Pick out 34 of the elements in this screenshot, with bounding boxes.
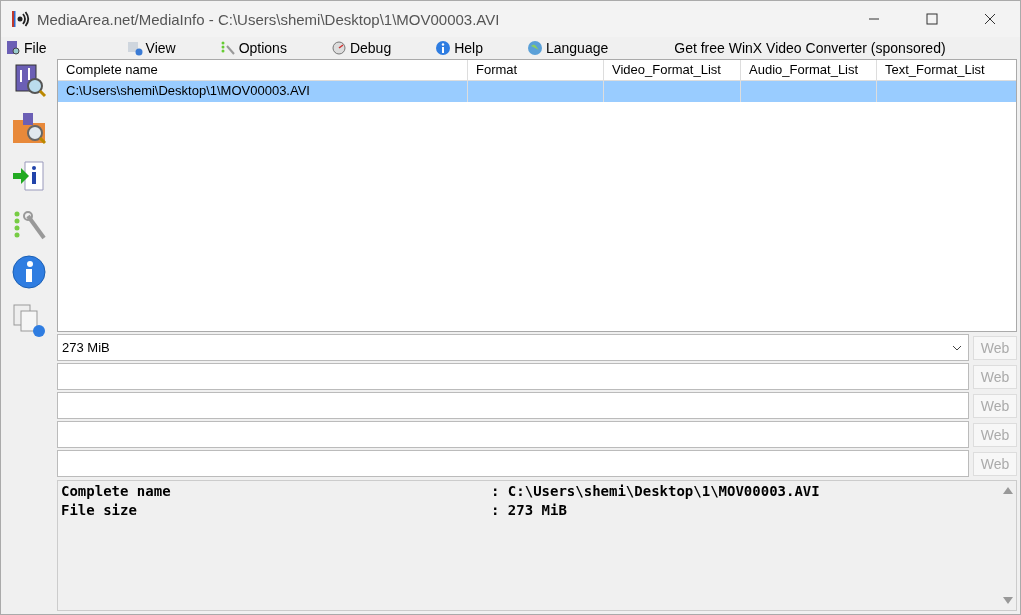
menu-item[interactable]: Debug xyxy=(330,40,392,56)
options-icon xyxy=(219,40,236,56)
maximize-icon[interactable] xyxy=(926,13,938,25)
window-title: MediaArea.net/MediaInfo - C:\Users\shemi\Desktop\1\MOV00003.AVI xyxy=(37,10,500,28)
globe-icon xyxy=(526,40,543,56)
report-value: : 273 MiB xyxy=(491,502,567,520)
info-icon[interactable] xyxy=(11,254,47,290)
scroll-up-icon[interactable] xyxy=(1002,486,1013,494)
chevron-down-icon xyxy=(952,344,962,351)
app-logo-icon xyxy=(11,9,31,29)
table-cell: C:\Users\shemi\Desktop\1\MOV00003.AVI xyxy=(58,81,468,102)
menu-item[interactable]: View xyxy=(126,40,176,56)
music-file-icon xyxy=(5,40,21,56)
input-field[interactable] xyxy=(57,421,969,448)
documents-globe-icon[interactable] xyxy=(11,302,47,338)
report-value: : C:\Users\shemi\Desktop\1\MOV00003.AVI xyxy=(491,483,820,501)
info-icon xyxy=(435,40,452,56)
menu-item[interactable]: Help xyxy=(435,40,483,56)
menu-item[interactable]: Language xyxy=(526,40,609,56)
report-label: Complete name xyxy=(61,483,172,501)
table-row[interactable]: C:\Users\shemi\Desktop\1\MOV00003.AVI xyxy=(58,81,1016,102)
menu-item[interactable]: Options xyxy=(219,40,287,56)
folder-search-icon[interactable] xyxy=(11,110,47,146)
view-icon xyxy=(126,40,143,56)
gauge-icon xyxy=(330,40,347,56)
menu-item[interactable]: File xyxy=(5,40,47,56)
close-icon[interactable] xyxy=(984,13,996,25)
input-field[interactable] xyxy=(57,363,969,390)
scroll-down-icon[interactable] xyxy=(1002,597,1013,605)
input-field[interactable] xyxy=(57,450,969,477)
menu-item[interactable]: Get free WinX Video Converter (sponsored) xyxy=(674,40,946,56)
report-label: File size xyxy=(61,502,138,520)
input-field[interactable] xyxy=(57,392,969,419)
export-info-icon[interactable] xyxy=(11,158,47,194)
